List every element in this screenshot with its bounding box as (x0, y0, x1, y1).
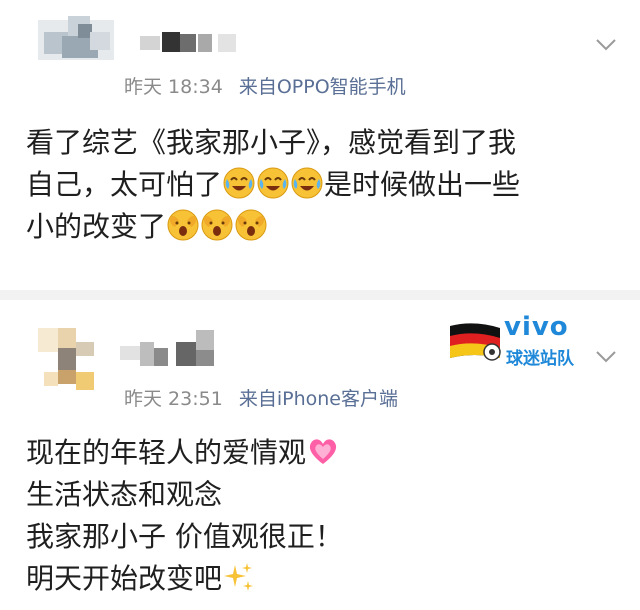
text-segment: 自己，太可怕了 (26, 168, 223, 201)
chevron-down-icon[interactable] (596, 36, 616, 51)
crying-laughing-emoji-icon (257, 167, 289, 199)
post-text: 现在的年轻人的爱情观 生活状态和观念 我家那小子 价值观很正！ 明天开始改变吧 (26, 432, 343, 600)
germany-flag-icon (448, 320, 502, 366)
text-line: 现在的年轻人的爱情观 (26, 432, 343, 474)
text-line: 明天开始改变吧 (26, 558, 343, 600)
heart-emoji-icon (307, 435, 339, 467)
text-line: 生活状态和观念 (26, 478, 223, 511)
text-line: 小的改变了 (26, 206, 520, 248)
post-divider (0, 290, 640, 300)
shocked-face-emoji-icon (201, 209, 233, 241)
shocked-face-emoji-icon (167, 209, 199, 241)
post-meta: 昨天 18:34 来自OPPO智能手机 (124, 72, 406, 99)
timestamp: 昨天 23:51 (124, 388, 223, 410)
text-segment: 明天开始改变吧 (26, 562, 223, 595)
timestamp: 昨天 18:34 (124, 76, 223, 98)
badge-label: 球迷站队 (506, 349, 574, 369)
text-segment: 现在的年轻人的爱情观 (26, 436, 307, 469)
sparkles-emoji-icon (223, 561, 255, 593)
avatar[interactable] (38, 328, 114, 394)
username-blurred[interactable] (120, 330, 240, 374)
text-segment: 是时候做出一些 (324, 168, 521, 201)
post-text: 看了综艺《我家那小子》，感觉看到了我 自己，太可怕了 是时候做出一些 小的改变了 (26, 122, 520, 248)
avatar[interactable] (38, 6, 114, 72)
feed-post: 昨天 18:34 来自OPPO智能手机 看了综艺《我家那小子》，感觉看到了我 自… (0, 0, 640, 290)
text-line: 我家那小子 价值观很正！ (26, 520, 343, 553)
text-segment: 小的改变了 (26, 210, 167, 243)
text-line: 自己，太可怕了 是时候做出一些 (26, 164, 520, 206)
text-line: 看了综艺《我家那小子》，感觉看到了我 (26, 126, 517, 159)
vivo-logo: vivo (504, 312, 569, 342)
source-link[interactable]: 来自OPPO智能手机 (239, 76, 406, 98)
crying-laughing-emoji-icon (223, 167, 255, 199)
chevron-down-icon[interactable] (596, 348, 616, 363)
feed-post: vivo 球迷站队 昨天 23:51 来自iPhone客户端 现在的年轻人的爱情… (0, 300, 640, 610)
source-link[interactable]: 来自iPhone客户端 (239, 388, 398, 410)
crying-laughing-emoji-icon (291, 167, 323, 199)
fan-badge[interactable]: vivo 球迷站队 (448, 312, 588, 369)
post-meta: 昨天 23:51 来自iPhone客户端 (124, 384, 398, 411)
shocked-face-emoji-icon (235, 209, 267, 241)
username-blurred[interactable] (140, 32, 250, 58)
